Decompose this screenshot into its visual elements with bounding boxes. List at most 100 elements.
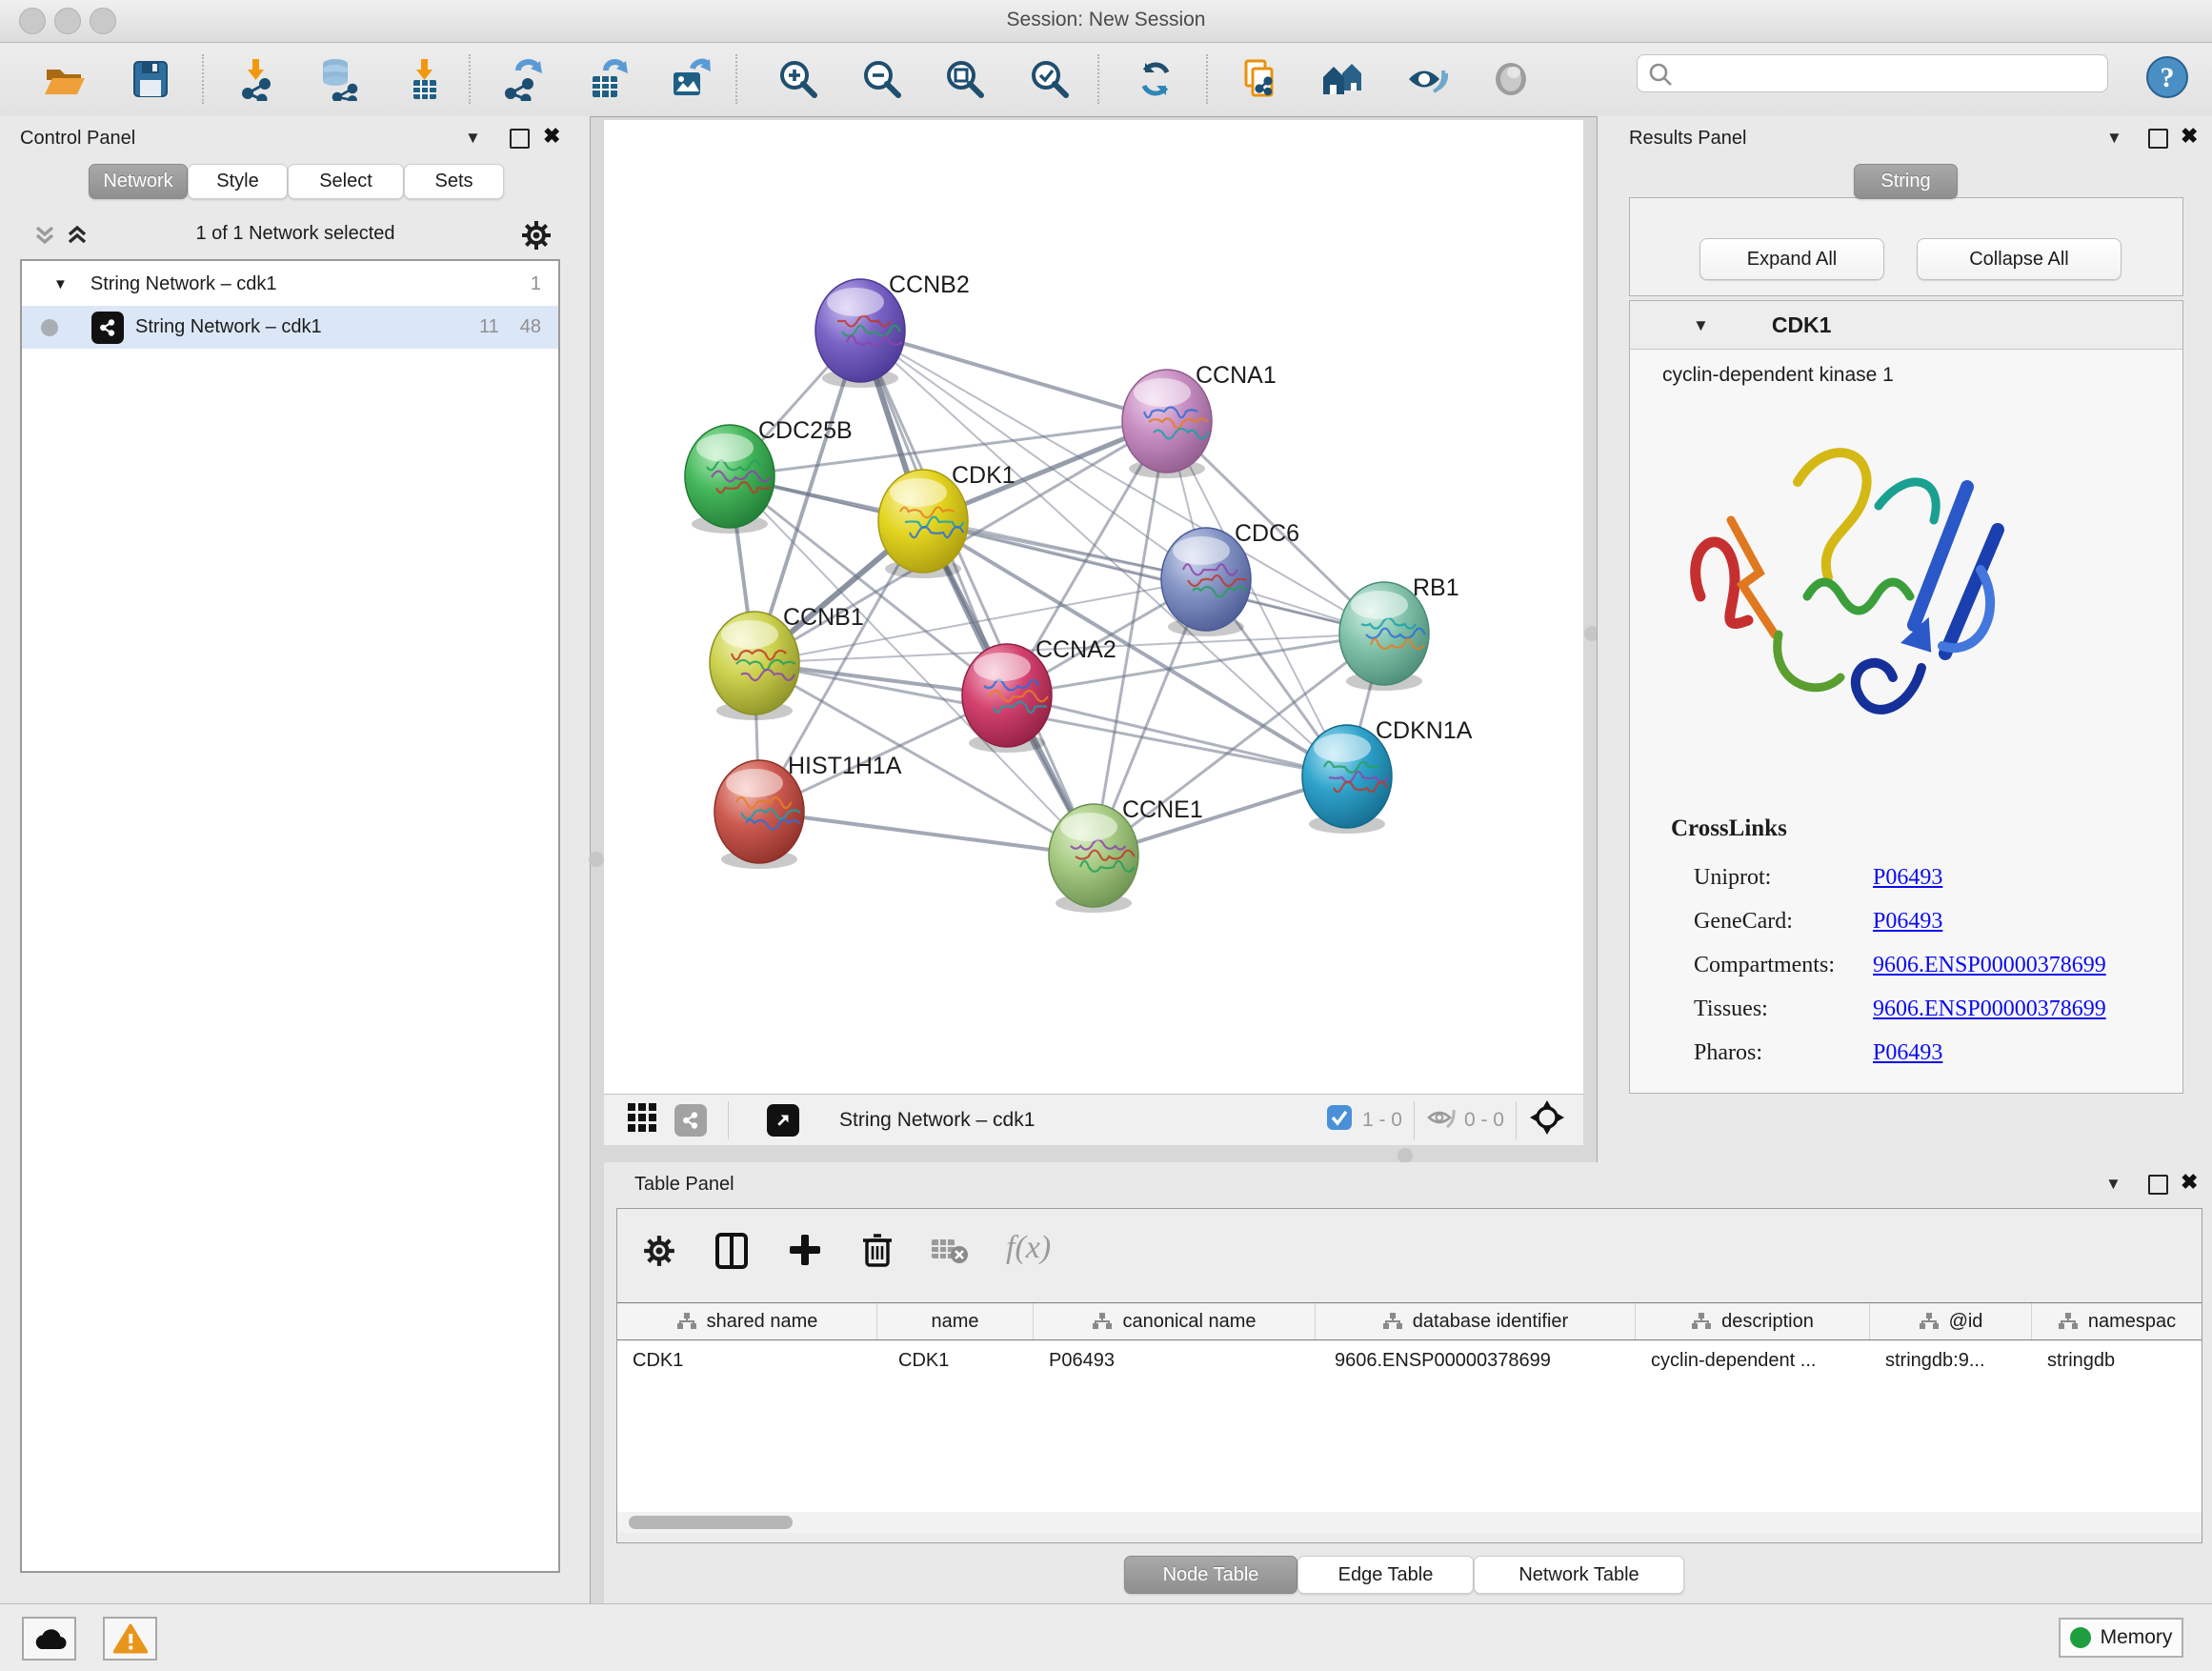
collection-label: String Network – cdk1: [90, 273, 277, 295]
status-bar: Memory: [0, 1603, 2212, 1671]
compartments-link[interactable]: 9606.ENSP00000378699: [1873, 943, 2106, 987]
help-button[interactable]: ?: [2145, 55, 2189, 104]
float-panel-icon[interactable]: [2148, 1175, 2168, 1195]
protein-name: CDK1: [1772, 312, 1832, 338]
svg-text:HIST1H1A: HIST1H1A: [788, 753, 902, 779]
horizontal-scrollbar[interactable]: [617, 1512, 2202, 1533]
current-network-dot-icon: [41, 319, 58, 336]
crosslink-label: Pharos:: [1694, 1031, 1835, 1075]
hidden-eye-slash-icon[interactable]: [1426, 1104, 1457, 1136]
scrollbar-thumb[interactable]: [629, 1516, 793, 1529]
delete-column-trash-icon[interactable]: [861, 1232, 894, 1273]
panel-menu-icon[interactable]: ▼: [2105, 1176, 2122, 1192]
download-arrow-icon: [248, 59, 264, 80]
uniprot-link[interactable]: P06493: [1873, 856, 2106, 899]
tab-select[interactable]: Select: [288, 164, 404, 199]
panel-menu-icon[interactable]: ▼: [2106, 130, 2122, 146]
warning-button[interactable]: [103, 1617, 157, 1661]
import-network-database-button[interactable]: [311, 51, 366, 107]
string-view-icon[interactable]: [674, 1104, 707, 1137]
tab-string[interactable]: String: [1854, 164, 1958, 199]
external-link-icon[interactable]: [767, 1104, 799, 1137]
column-header-database-identifier[interactable]: database identifier: [1316, 1303, 1636, 1339]
table-icon: [593, 76, 617, 97]
zoom-out-button[interactable]: [855, 51, 910, 107]
protein-card-header[interactable]: ▼ CDK1: [1630, 301, 2182, 350]
column-header-description[interactable]: description: [1636, 1303, 1870, 1339]
close-panel-icon[interactable]: ✖: [2181, 126, 2198, 147]
network-glyph-icon: [333, 85, 356, 101]
network-canvas[interactable]: CCNB2CCNA1CDC25BCDK1CDC6RB1CCNB1CCNA2CDK…: [604, 120, 1583, 1094]
column-header-id[interactable]: @id: [1870, 1303, 2032, 1339]
import-network-file-button[interactable]: [231, 51, 286, 107]
hide-panel-button[interactable]: [1400, 51, 1456, 107]
fit-content-button[interactable]: [937, 51, 993, 107]
network-row-selected[interactable]: String Network – cdk1 11 48: [22, 306, 558, 349]
columns-icon[interactable]: [714, 1232, 749, 1275]
selected-count: 1 - 0: [1362, 1109, 1402, 1132]
gear-icon[interactable]: [642, 1234, 676, 1273]
tab-network[interactable]: Network: [89, 164, 188, 199]
panel-menu-icon[interactable]: ▼: [465, 130, 481, 146]
tab-node-table[interactable]: Node Table: [1124, 1556, 1297, 1594]
network-status-bar: String Network – cdk1 1 - 0 0 - 0: [604, 1094, 1583, 1145]
float-panel-icon[interactable]: [510, 129, 530, 149]
protein-description: cyclin-dependent kinase 1: [1662, 364, 1894, 387]
left-splitter-handle[interactable]: [589, 852, 604, 867]
home-button[interactable]: [1317, 51, 1372, 107]
selected-checkbox-icon[interactable]: [1326, 1104, 1353, 1136]
image-icon: [674, 72, 700, 95]
node-table-container: f(x) shared name name canonical name dat…: [616, 1208, 2202, 1543]
tree-icon: [1092, 1312, 1113, 1331]
pharos-link[interactable]: P06493: [1873, 1031, 2106, 1075]
import-table-file-button[interactable]: [397, 51, 452, 107]
function-builder-icon: f(x): [1006, 1230, 1051, 1266]
tree-icon: [1691, 1312, 1712, 1331]
cloud-button[interactable]: [22, 1617, 76, 1661]
export-arrow-icon: [693, 59, 711, 71]
gear-icon[interactable]: [520, 219, 553, 256]
show-panel-button[interactable]: [1483, 51, 1538, 107]
close-panel-icon[interactable]: ✖: [2181, 1172, 2198, 1193]
grid-view-icon[interactable]: [627, 1102, 657, 1137]
tab-network-table[interactable]: Network Table: [1474, 1556, 1684, 1594]
close-panel-icon[interactable]: ✖: [543, 126, 560, 147]
collapse-all-button[interactable]: Collapse All: [1917, 238, 2122, 280]
birdseye-crosshair-icon[interactable]: [1528, 1098, 1566, 1141]
export-image-button[interactable]: [662, 51, 717, 107]
tab-edge-table[interactable]: Edge Table: [1297, 1556, 1474, 1594]
export-network-button[interactable]: [495, 51, 551, 107]
database-icon: [323, 59, 348, 86]
column-header-name[interactable]: name: [877, 1303, 1034, 1339]
tab-sets[interactable]: Sets: [404, 164, 504, 199]
column-header-canonical-name[interactable]: canonical name: [1034, 1303, 1316, 1339]
results-buttons-box: Expand All Collapse All: [1629, 197, 2183, 296]
collection-expand-icon[interactable]: ▼: [53, 276, 68, 292]
tissues-link[interactable]: 9606.ENSP00000378699: [1873, 987, 2106, 1031]
cloud-icon: [32, 1626, 67, 1651]
zoom-in-button[interactable]: [771, 51, 826, 107]
search-input[interactable]: [1637, 54, 2108, 92]
column-header-namespace[interactable]: namespac: [2032, 1303, 2202, 1339]
crosslink-label: Tissues:: [1694, 987, 1835, 1031]
save-session-button[interactable]: [123, 51, 178, 107]
network-collection-row[interactable]: ▼ String Network – cdk1 1: [22, 263, 558, 306]
memory-button[interactable]: Memory: [2059, 1618, 2183, 1658]
string-network-graph[interactable]: CCNB2CCNA1CDC25BCDK1CDC6RB1CCNB1CCNA2CDK…: [604, 120, 1583, 1094]
column-header-shared-name[interactable]: shared name: [617, 1303, 877, 1339]
genecard-link[interactable]: P06493: [1873, 899, 2106, 943]
open-session-file-button[interactable]: [1233, 51, 1288, 107]
refresh-layout-button[interactable]: [1128, 51, 1183, 107]
add-column-icon[interactable]: [787, 1232, 823, 1273]
open-session-button[interactable]: [37, 51, 92, 107]
open-folder-icon: [43, 60, 87, 98]
float-panel-icon[interactable]: [2148, 129, 2168, 149]
collapse-section-icon[interactable]: ▼: [1693, 317, 1709, 333]
zoom-selected-button[interactable]: [1022, 51, 1077, 107]
table-row[interactable]: CDK1 CDK1 P06493 9606.ENSP00000378699 cy…: [617, 1340, 2202, 1380]
bottom-splitter-handle[interactable]: [1398, 1148, 1413, 1163]
tab-style[interactable]: Style: [188, 164, 288, 199]
export-table-button[interactable]: [579, 51, 634, 107]
crosslink-label: Compartments:: [1694, 943, 1835, 987]
expand-all-button[interactable]: Expand All: [1699, 238, 1884, 280]
